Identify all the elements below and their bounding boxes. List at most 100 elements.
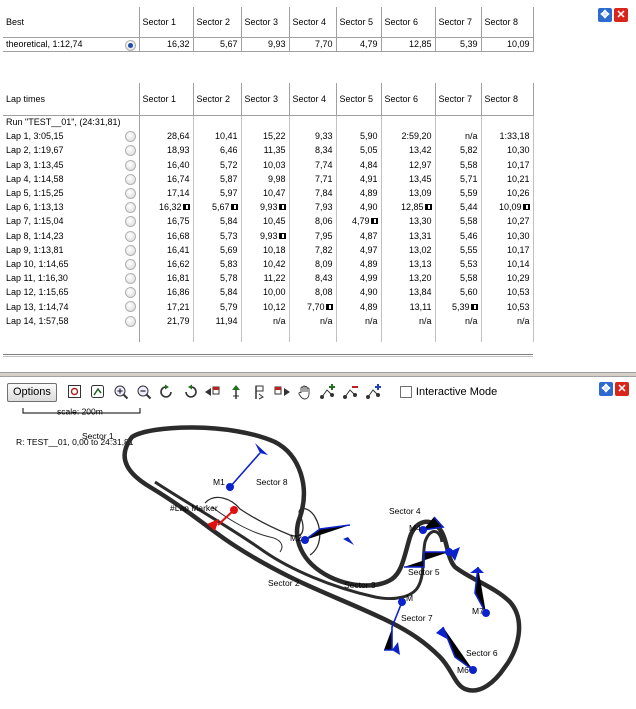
lap-sector-value: n/a — [435, 313, 482, 328]
lap-radio[interactable] — [124, 159, 136, 171]
rotate-cw-icon[interactable] — [179, 382, 201, 402]
lap-row[interactable]: Lap 13, 1:14,74 17,21 5,79 10,12 7,70 4,89 13,… — [3, 299, 534, 314]
lap-row[interactable]: Lap 2, 1:19,67 18,93 6,46 11,35 8,34 5,05 13,4… — [3, 143, 534, 158]
lap-sector-value: 9,93 — [241, 228, 290, 243]
marker-icon[interactable] — [248, 382, 270, 402]
lap-sector-time: 10,26 — [506, 188, 530, 199]
lap-sector-value: 5,59 — [435, 185, 482, 201]
lap-label: Lap 6, 1:13,13 — [6, 202, 64, 213]
theoretical-sector-value: 9,93 — [241, 37, 290, 52]
close-icon[interactable]: ✕ — [614, 8, 628, 22]
lap-sector-time: 13,20 — [408, 273, 432, 284]
marker-label: M1 — [213, 477, 225, 487]
lap-sector-value: 18,93 — [139, 143, 194, 158]
lap-row[interactable]: Lap 11, 1:16,30 16,81 5,78 11,22 8,43 4,99 13,… — [3, 271, 534, 286]
lap-sector-time: n/a — [464, 315, 478, 326]
sector-marker-2[interactable]: M2 — [290, 524, 354, 545]
lap-row[interactable]: Lap 6, 1:13,13 16,32 5,67 9,93 7,93 4,90 12,85… — [3, 200, 534, 215]
interactive-mode-checkbox[interactable] — [399, 386, 412, 398]
theoretical-sector-value: 5,39 — [435, 37, 482, 52]
lap-row[interactable]: Lap 4, 1:14,58 16,74 5,87 9,98 7,71 4,91 13,45… — [3, 171, 534, 186]
track-map[interactable]: scale: 200m R: TEST__01, 0,00 to 24:31,8… — [0, 407, 636, 709]
lap-radio[interactable] — [124, 287, 136, 299]
lap-sector-value: 4,89 — [336, 256, 382, 272]
lap-sector-value: n/a — [481, 313, 534, 328]
lap-label: Lap 7, 1:15,04 — [6, 216, 64, 227]
lap-radio[interactable] — [124, 202, 136, 214]
lap-sector-value: 5,46 — [435, 228, 482, 243]
lap-sector-time: 5,72 — [219, 159, 238, 170]
lap-radio[interactable] — [124, 145, 136, 157]
prev-lap-icon[interactable] — [202, 382, 224, 402]
lap-sector-value: 10,42 — [241, 256, 290, 272]
lap-sector-value: 10,12 — [241, 299, 290, 314]
lap-sector-time: 7,84 — [314, 188, 333, 199]
best-header: Best — [3, 7, 140, 38]
track-outline — [122, 425, 522, 693]
sector-marker-7[interactable]: M7 — [470, 566, 490, 617]
remove-marker-icon[interactable] — [340, 382, 362, 402]
zoom-region-icon[interactable] — [64, 382, 86, 402]
top-panel-window-controls: ✥ ✕ — [598, 8, 628, 22]
zoom-out-icon[interactable] — [133, 382, 155, 402]
lap-times-header: Lap times — [3, 83, 140, 116]
lap-radio[interactable] — [124, 244, 136, 256]
best-sector-flag-icon — [370, 218, 378, 225]
lap-sector-time: 16,81 — [166, 273, 190, 284]
lap-sector-header: Sector 2 — [193, 83, 242, 116]
lap-row[interactable]: Lap 1, 3:05,15 28,64 10,41 15,22 9,33 5,90 2:5… — [3, 129, 534, 144]
lap-radio[interactable] — [124, 187, 136, 199]
lap-sector-time: 16,40 — [166, 159, 190, 170]
add-marker-alt-icon[interactable] — [363, 382, 385, 402]
start-marker-icon[interactable] — [225, 382, 247, 402]
rotate-ccw-icon[interactable] — [156, 382, 178, 402]
lap-row[interactable]: Lap 8, 1:14,23 16,68 5,73 9,93 7,95 4,87 13,31… — [3, 228, 534, 243]
interactive-mode-toggle[interactable]: Interactive Mode — [399, 386, 497, 398]
add-marker-icon[interactable] — [317, 382, 339, 402]
lap-radio[interactable] — [124, 173, 136, 185]
lap-sector-value: 10,45 — [241, 214, 290, 229]
lap-sector-value: 7,82 — [289, 242, 337, 257]
best-sector-header: Sector 3 — [241, 7, 290, 38]
lap-radio[interactable] — [124, 301, 136, 313]
lap-sector-time: 8,09 — [314, 258, 333, 269]
lap-sector-value: 10,29 — [481, 271, 534, 286]
lap-row[interactable]: Lap 9, 1:13,81 16,41 5,69 10,18 7,82 4,97 13,0… — [3, 242, 534, 257]
lap-radio[interactable] — [124, 258, 136, 270]
zoom-fit-icon[interactable] — [87, 382, 109, 402]
lap-sector-time: 6,46 — [219, 145, 238, 156]
lap-sector-value: 4,89 — [336, 185, 382, 201]
lap-row[interactable]: Lap 5, 1:15,25 17,14 5,97 10,47 7,84 4,89 13,0… — [3, 185, 534, 201]
lap-radio[interactable] — [124, 315, 136, 327]
move-icon[interactable]: ✥ — [598, 8, 612, 22]
options-button[interactable]: Options — [7, 382, 57, 402]
lap-row[interactable]: Lap 7, 1:15,04 16,75 5,84 10,45 8,06 4,79 13,3… — [3, 214, 534, 229]
best-sector-flag-icon — [230, 204, 238, 211]
next-lap-icon[interactable] — [271, 382, 293, 402]
lap-row[interactable]: Lap 14, 1:57,58 21,79 11,94 n/a n/a n/a n/a n/a… — [3, 313, 534, 328]
best-sector-flag-icon — [278, 204, 286, 211]
lap-sector-header: Sector 4 — [289, 83, 337, 116]
lap-sector-value: 5,39 — [435, 299, 482, 314]
lap-sector-time: 5,84 — [219, 287, 238, 298]
lap-label: Lap 11, 1:16,30 — [6, 273, 68, 284]
lap-row[interactable]: Lap 12, 1:15,65 16,86 5,84 10,00 8,08 4,90 13,… — [3, 285, 534, 300]
lap-sector-time: 4,89 — [359, 258, 378, 269]
lap-sector-value: 5,53 — [435, 256, 482, 272]
zoom-in-icon[interactable] — [110, 382, 132, 402]
lap-sector-time: 10,17 — [506, 159, 530, 170]
lap-sector-value: 4,84 — [336, 157, 382, 172]
lap-row[interactable]: Lap 3, 1:13,45 16,40 5,72 10,03 7,74 4,84 12,9… — [3, 157, 534, 172]
lap-sector-value: 16,32 — [139, 200, 194, 215]
best-sector-header: Sector 5 — [336, 7, 382, 38]
lap-sector-value: 13,11 — [381, 299, 436, 314]
pan-hand-icon[interactable] — [294, 382, 316, 402]
lap-radio[interactable] — [124, 131, 136, 143]
lap-radio[interactable] — [124, 230, 136, 242]
lap-row[interactable]: Lap 10, 1:14,65 16,62 5,83 10,42 8,09 4,89 13,… — [3, 256, 534, 272]
lap-radio[interactable] — [124, 216, 136, 228]
theoretical-radio[interactable] — [124, 39, 136, 50]
lap-sector-value: 8,06 — [289, 214, 337, 229]
lap-radio[interactable] — [124, 273, 136, 285]
lap-sector-time: 18,93 — [166, 145, 190, 156]
